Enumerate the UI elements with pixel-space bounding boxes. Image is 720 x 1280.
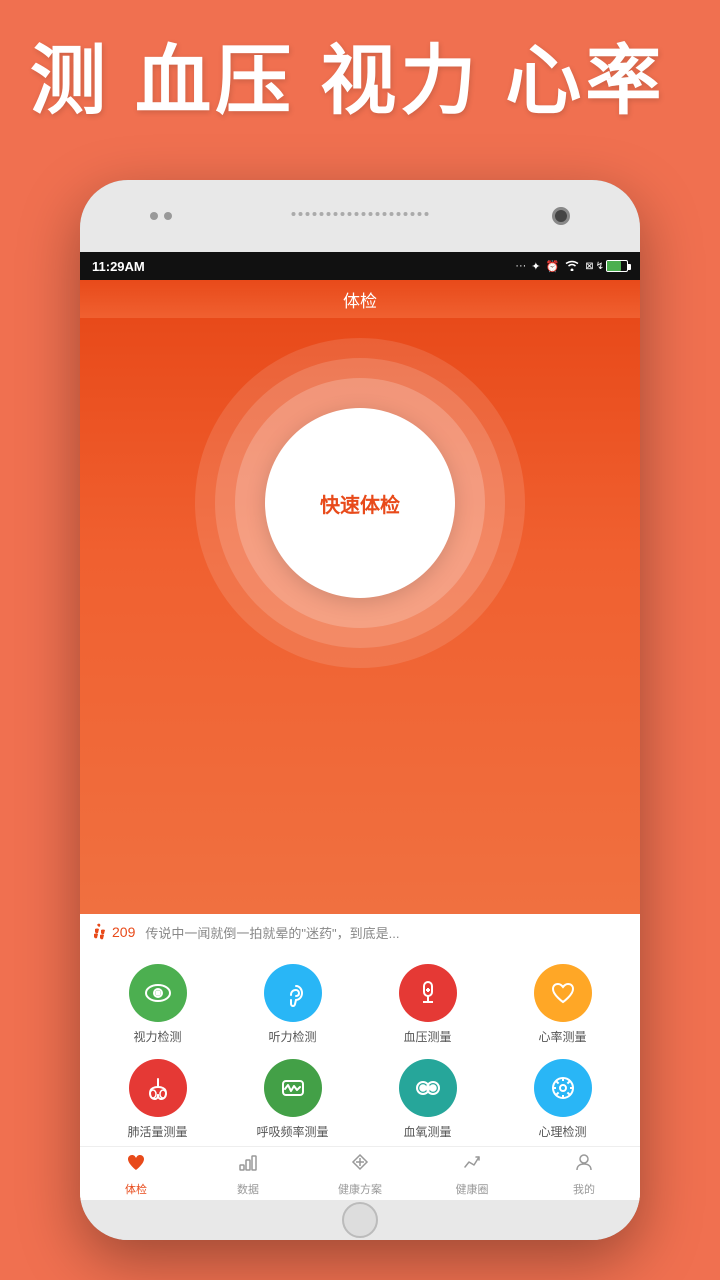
vision-label: 视力检测 <box>133 1028 181 1045</box>
feature-heart-rate[interactable]: 心率测量 <box>495 964 630 1045</box>
nav-exam[interactable]: 体检 <box>80 1147 192 1200</box>
quick-exam-label: 快速体检 <box>320 489 400 518</box>
feature-hearing[interactable]: 听力检测 <box>225 964 360 1045</box>
feature-blood-oxygen[interactable]: 血氧测量 <box>360 1059 495 1140</box>
alarm-icon: ⏰ <box>546 260 560 273</box>
nav-mine[interactable]: 我的 <box>528 1147 640 1200</box>
blood-oxygen-label: 血氧测量 <box>403 1123 451 1140</box>
signal-icon: ··· <box>515 260 526 272</box>
home-button[interactable] <box>342 1202 378 1238</box>
feature-lung[interactable]: 肺活量测量 <box>90 1059 225 1140</box>
grille-dot <box>348 212 352 216</box>
lung-label: 肺活量测量 <box>127 1123 187 1140</box>
grille-dot <box>341 212 345 216</box>
battery-icon: ⊠ ↯ <box>585 260 628 272</box>
app-main: 快速体检 <box>80 318 640 914</box>
ring-3: 快速体检 <box>235 378 485 628</box>
phone-bottom-hardware <box>80 1200 640 1240</box>
grille-dot <box>306 212 310 216</box>
grille-dot <box>355 212 359 216</box>
grille-dot <box>369 212 373 216</box>
phone-frame: 11:29AM ··· ✦ ⏰ ⊠ ↯ <box>80 180 640 1240</box>
feature-psychology[interactable]: 心理检测 <box>495 1059 630 1140</box>
blood-pressure-icon-bg <box>399 964 457 1022</box>
nav-health-circle-icon <box>461 1151 483 1179</box>
blood-pressure-label: 血压测量 <box>403 1028 451 1045</box>
breathing-label: 呼吸频率测量 <box>256 1123 328 1140</box>
feature-grid: 视力检测 听力检测 <box>80 950 640 1146</box>
ring-1: 快速体检 <box>195 338 525 668</box>
bottom-nav: 体检 数据 <box>80 1146 640 1200</box>
speaker-grille <box>292 212 429 216</box>
nav-health-circle-label: 健康圈 <box>456 1181 489 1197</box>
nav-health-plan-label: 健康方案 <box>338 1181 382 1197</box>
heart-rate-label: 心率测量 <box>538 1028 586 1045</box>
grille-dot <box>376 212 380 216</box>
grille-dot <box>418 212 422 216</box>
phone-screen: 11:29AM ··· ✦ ⏰ ⊠ ↯ <box>80 252 640 1200</box>
ring-2: 快速体检 <box>215 358 505 648</box>
grille-dot <box>313 212 317 216</box>
hearing-label: 听力检测 <box>268 1028 316 1045</box>
psychology-icon-bg <box>534 1059 592 1117</box>
grille-dot <box>292 212 296 216</box>
grille-dot <box>425 212 429 216</box>
nav-exam-label: 体检 <box>125 1181 147 1197</box>
app-header: 体检 <box>80 280 640 318</box>
grille-dot <box>397 212 401 216</box>
hero-title: 测 血压 视力 心率 <box>30 40 690 124</box>
speaker-dots <box>150 212 172 220</box>
status-icons: ··· ✦ ⏰ ⊠ ↯ <box>515 259 628 274</box>
status-bar: 11:29AM ··· ✦ ⏰ ⊠ ↯ <box>80 252 640 280</box>
grille-dot <box>404 212 408 216</box>
news-ticker: 传说中一闻就倒一拍就晕的"迷药"，到底是... <box>145 923 399 942</box>
lung-icon-bg <box>129 1059 187 1117</box>
vision-icon-bg <box>129 964 187 1022</box>
nav-health-plan[interactable]: 健康方案 <box>304 1147 416 1200</box>
grille-dot <box>390 212 394 216</box>
nav-mine-label: 我的 <box>573 1181 595 1197</box>
feature-vision[interactable]: 视力检测 <box>90 964 225 1045</box>
nav-data-label: 数据 <box>237 1181 259 1197</box>
bluetooth-icon: ✦ <box>531 260 540 273</box>
grille-dot <box>320 212 324 216</box>
grille-dot <box>299 212 303 216</box>
grille-dot <box>362 212 366 216</box>
speaker-dot <box>150 212 158 220</box>
heart-rate-icon-bg <box>534 964 592 1022</box>
nav-health-circle[interactable]: 健康圈 <box>416 1147 528 1200</box>
grille-dot <box>334 212 338 216</box>
psychology-label: 心理检测 <box>538 1123 586 1140</box>
steps-display: 209 <box>92 923 135 941</box>
feature-breathing[interactable]: 呼吸频率测量 <box>225 1059 360 1140</box>
nav-exam-icon <box>125 1151 147 1179</box>
steps-count: 209 <box>112 924 135 940</box>
nav-data-icon <box>237 1151 259 1179</box>
ticker-bar: 209 传说中一闻就倒一拍就晕的"迷药"，到底是... <box>80 914 640 950</box>
nav-health-plan-icon <box>349 1151 371 1179</box>
phone-top-hardware <box>80 180 640 252</box>
grille-dot <box>411 212 415 216</box>
nav-data[interactable]: 数据 <box>192 1147 304 1200</box>
status-time: 11:29AM <box>92 259 145 274</box>
grille-dot <box>383 212 387 216</box>
nav-mine-icon <box>573 1151 595 1179</box>
front-camera <box>552 207 570 225</box>
app-header-title: 体检 <box>343 287 377 312</box>
grille-dot <box>327 212 331 216</box>
speaker-dot <box>164 212 172 220</box>
hearing-icon-bg <box>264 964 322 1022</box>
quick-exam-area[interactable]: 快速体检 <box>80 318 640 668</box>
quick-exam-button[interactable]: 快速体检 <box>265 408 455 598</box>
wifi-icon <box>564 259 580 274</box>
breathing-icon-bg <box>264 1059 322 1117</box>
feature-blood-pressure[interactable]: 血压测量 <box>360 964 495 1045</box>
blood-oxygen-icon-bg <box>399 1059 457 1117</box>
